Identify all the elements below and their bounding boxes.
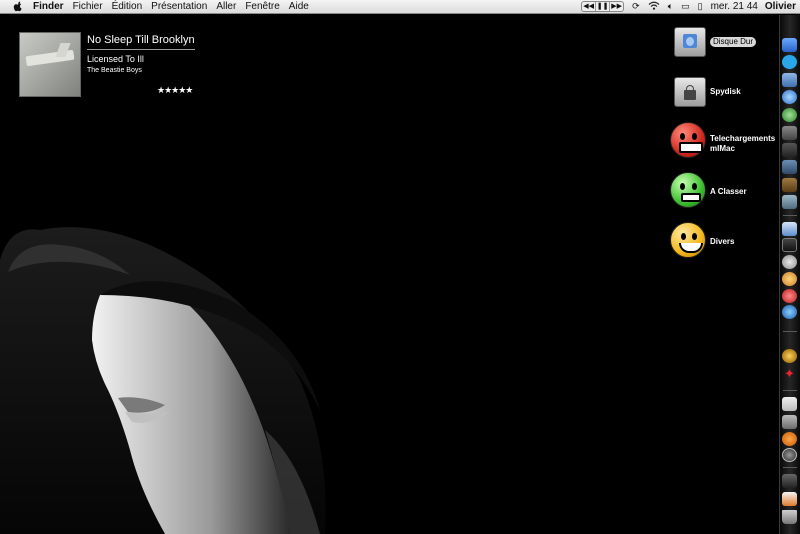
now-playing-title: No Sleep Till Brooklyn	[87, 34, 195, 46]
menu-bar: Finder Fichier Édition Présentation Alle…	[0, 0, 800, 14]
spydisk-label[interactable]: Spydisk	[710, 87, 741, 97]
divers-label[interactable]: Divers	[710, 237, 734, 247]
now-playing-divider	[87, 49, 195, 50]
previous-track-icon[interactable]: ◀◀	[582, 2, 597, 11]
star-dock-icon[interactable]: ✦	[782, 367, 797, 381]
apple-menu-icon[interactable]	[13, 1, 23, 12]
world-browser-dock-icon[interactable]	[782, 305, 797, 319]
idvd-dock-icon[interactable]	[782, 160, 797, 174]
telechargements-icon[interactable]	[670, 122, 706, 158]
dock-separator	[783, 215, 797, 216]
menu-presentation[interactable]: Présentation	[151, 1, 207, 12]
iphoto-dock-icon[interactable]	[782, 195, 797, 209]
disque-dur-icon[interactable]	[672, 24, 708, 60]
garageband-dock-icon[interactable]	[782, 178, 797, 192]
skype-dock-icon[interactable]	[782, 55, 797, 69]
spydisk-icon[interactable]	[672, 74, 708, 110]
menu-fenetre[interactable]: Fenêtre	[245, 1, 279, 12]
mail-dock-icon[interactable]	[782, 73, 797, 87]
vlc-dock-icon[interactable]	[782, 289, 797, 303]
home-folder-dock-icon[interactable]	[782, 492, 797, 506]
itunes-controls: ◀◀ ❚❚ ▶▶	[581, 1, 625, 12]
dock-separator	[783, 467, 797, 468]
menu-fichier[interactable]: Fichier	[73, 1, 103, 12]
volume-icon[interactable]: 🔈︎	[668, 1, 673, 12]
now-playing-artist: The Beastie Boys	[87, 67, 142, 74]
a-classer-icon[interactable]	[670, 172, 706, 208]
imovie-dock-icon[interactable]	[782, 143, 797, 157]
divers-icon[interactable]	[670, 222, 706, 258]
display-icon[interactable]: ▭	[681, 1, 690, 12]
now-playing-album: Licensed To Ill	[87, 54, 144, 64]
menu-aide[interactable]: Aide	[289, 1, 309, 12]
battery-icon[interactable]: ▯	[698, 1, 703, 12]
album-cover	[19, 32, 81, 97]
adium-dock-icon[interactable]	[782, 272, 797, 286]
menu-aller[interactable]: Aller	[216, 1, 236, 12]
trash-dock-icon[interactable]	[782, 510, 797, 524]
itunes-dock-icon[interactable]	[782, 255, 797, 269]
next-track-icon[interactable]: ▶▶	[610, 2, 623, 11]
dock-separator	[783, 331, 797, 332]
menubar-clock[interactable]: mer. 21 44	[711, 1, 758, 12]
menu-edition[interactable]: Édition	[112, 1, 143, 12]
telechargements-label[interactable]: Telechargements mlMac	[710, 134, 780, 154]
safari-dock-icon[interactable]	[782, 90, 797, 104]
menu-finder[interactable]: Finder	[33, 1, 64, 12]
now-playing-rating[interactable]: ★★★★★	[157, 85, 193, 96]
dock-separator	[783, 390, 797, 391]
pause-icon[interactable]: ❚❚	[596, 2, 611, 11]
camino-dock-icon[interactable]	[782, 108, 797, 122]
fast-user-switch[interactable]: Olivier	[765, 1, 796, 12]
installer-dock-icon[interactable]	[782, 415, 797, 429]
transmission-dock-icon[interactable]	[782, 349, 797, 363]
firefox-dock-icon[interactable]	[782, 432, 797, 446]
dock: ✦	[779, 15, 800, 534]
system-preferences-dock-icon[interactable]	[782, 397, 797, 411]
photo-booth-dock-icon[interactable]	[782, 238, 797, 252]
preview-dock-icon[interactable]	[782, 222, 797, 236]
disque-dur-label[interactable]: Disque Dur	[710, 37, 757, 47]
downloads-folder-dock-icon[interactable]	[782, 474, 797, 488]
sync-icon[interactable]: ⟳	[632, 1, 640, 12]
airport-wifi-icon[interactable]	[648, 1, 660, 12]
x11-dock-icon[interactable]	[782, 448, 797, 462]
a-classer-label[interactable]: A Classer	[710, 187, 747, 197]
finder-dock-icon[interactable]	[782, 38, 797, 52]
ical-dock-icon[interactable]	[782, 126, 797, 140]
wallpaper-hooded-figure	[0, 227, 326, 534]
